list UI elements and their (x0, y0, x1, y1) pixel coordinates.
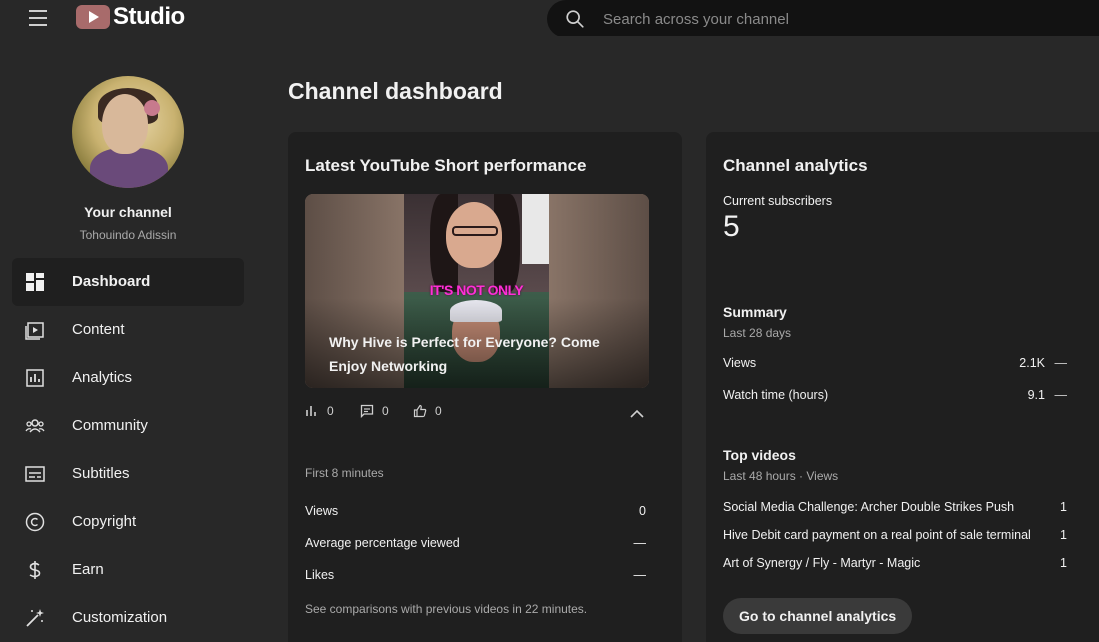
summary-title: Summary (723, 304, 787, 320)
summary-period: Last 28 days (723, 326, 792, 340)
thumbnail-caption: IT'S NOT ONLY (429, 282, 524, 298)
studio-logo[interactable]: Studio (76, 3, 185, 31)
metric-value: — (633, 536, 647, 550)
metric-value: 0 (639, 504, 646, 518)
top-video-row[interactable]: Hive Debit card payment on a real point … (723, 526, 1067, 548)
sidebar-item-label: Customization (72, 609, 168, 626)
channel-analytics-card: Channel analytics Current subscribers 5 … (706, 132, 1099, 642)
top-video-title[interactable]: Social Media Challenge: Archer Double St… (723, 500, 1014, 514)
metric-row: Average percentage viewed — (305, 534, 649, 554)
sidebar: Your channel Tohouindo Adissin Dashboard… (0, 36, 256, 642)
copyright-icon (25, 512, 45, 532)
top-video-row[interactable]: Art of Synergy / Fly - Martyr - Magic 1 (723, 554, 1067, 576)
search-bar[interactable] (547, 0, 1099, 38)
chevron-up-icon[interactable] (625, 402, 649, 426)
search-icon[interactable] (564, 8, 586, 30)
analytics-icon (26, 369, 44, 387)
metric-value: — (633, 568, 647, 582)
subtitles-icon (25, 466, 45, 482)
subscribers-label: Current subscribers (723, 194, 833, 208)
trend-indicator: — (1054, 356, 1068, 370)
likes-stat: 0 (413, 404, 442, 418)
hamburger-menu-icon[interactable] (20, 0, 56, 36)
summary-row: Views 2.1K — (723, 354, 1067, 376)
sidebar-item-community[interactable]: Community (12, 402, 244, 450)
sidebar-item-label: Analytics (72, 369, 133, 386)
top-video-title[interactable]: Art of Synergy / Fly - Martyr - Magic (723, 556, 920, 570)
top-video-views: 1 (1060, 528, 1067, 542)
metric-label: Views (305, 504, 339, 518)
search-input[interactable] (603, 9, 1083, 29)
sidebar-item-content[interactable]: Content (12, 306, 244, 354)
metric-row: Views 0 (305, 502, 649, 522)
main-content: Channel dashboard Latest YouTube Short p… (256, 36, 1099, 642)
top-videos-period: Last 48 hours · Views (723, 469, 839, 483)
sidebar-item-analytics[interactable]: Analytics (12, 354, 244, 402)
views-stat: 0 (305, 404, 334, 418)
summary-row: Watch time (hours) 9.1 — (723, 386, 1067, 408)
logo-text: Studio (113, 3, 185, 30)
sidebar-item-label: Dashboard (72, 273, 151, 290)
subscribers-count: 5 (723, 210, 740, 243)
short-thumbnail[interactable]: IT'S NOT ONLY Why Hive is Perfect for Ev… (305, 194, 649, 388)
sidebar-item-customization[interactable]: Customization (12, 594, 244, 642)
sidebar-item-earn[interactable]: Earn (12, 546, 244, 594)
short-stats-row: 0 0 0 (305, 402, 649, 426)
top-video-row[interactable]: Social Media Challenge: Archer Double St… (723, 498, 1067, 520)
thumbs-up-icon (413, 404, 427, 418)
metric-row: Likes — (305, 566, 649, 586)
latest-short-card: Latest YouTube Short performance IT'S NO… (288, 132, 682, 642)
bar-chart-icon (306, 406, 316, 416)
sidebar-item-label: Subtitles (72, 465, 130, 482)
summary-value: 9.1 (1027, 388, 1045, 402)
top-video-views: 1 (1060, 556, 1067, 570)
comments-count: 0 (382, 404, 389, 418)
channel-title: Your channel (84, 204, 172, 220)
short-video-title[interactable]: Why Hive is Perfect for Everyone? Come E… (329, 330, 629, 378)
top-video-title[interactable]: Hive Debit card payment on a real point … (723, 528, 1031, 542)
sidebar-item-copyright[interactable]: Copyright (12, 498, 244, 546)
sidebar-item-subtitles[interactable]: Subtitles (12, 450, 244, 498)
trend-indicator: — (1054, 388, 1068, 402)
sidebar-item-label: Earn (72, 561, 104, 578)
content-icon (25, 322, 44, 340)
summary-label: Watch time (hours) (723, 388, 829, 402)
summary-label: Views (723, 356, 757, 370)
go-to-channel-analytics-button[interactable]: Go to channel analytics (723, 598, 913, 634)
customization-icon (26, 609, 44, 627)
channel-avatar[interactable] (72, 76, 184, 188)
top-video-views: 1 (1060, 500, 1067, 514)
sidebar-item-label: Copyright (72, 513, 137, 530)
youtube-play-icon (76, 5, 110, 29)
channel-handle: Tohouindo Adissin (79, 228, 177, 242)
community-icon (25, 419, 45, 433)
earn-icon (29, 561, 41, 579)
views-count: 0 (327, 404, 334, 418)
comment-icon (360, 404, 374, 418)
comparison-note: See comparisons with previous videos in … (305, 602, 588, 616)
metric-label: Likes (305, 568, 335, 582)
metric-label: Average percentage viewed (305, 536, 460, 550)
top-bar: Studio (0, 0, 1099, 38)
comments-stat: 0 (360, 404, 389, 418)
likes-count: 0 (435, 404, 442, 418)
sidebar-nav: Dashboard Content Analytics Community Su… (12, 258, 244, 642)
sidebar-item-dashboard[interactable]: Dashboard (12, 258, 244, 306)
top-videos-title: Top videos (723, 447, 796, 463)
summary-value: 2.1K (1019, 356, 1045, 370)
page-title: Channel dashboard (288, 78, 503, 104)
metrics-period: First 8 minutes (305, 466, 384, 480)
sidebar-item-label: Community (72, 417, 148, 434)
sidebar-item-label: Content (72, 321, 125, 338)
card-title: Channel analytics (723, 156, 868, 175)
dashboard-icon (26, 273, 44, 291)
card-title: Latest YouTube Short performance (305, 156, 587, 175)
